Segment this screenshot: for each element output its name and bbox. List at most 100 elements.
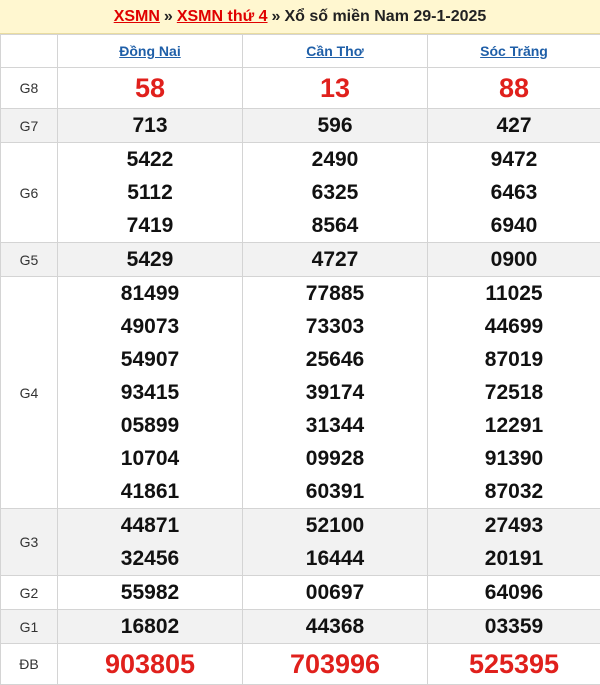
prize-cell: 542251127419 xyxy=(58,143,243,243)
results-table: Đồng Nai Cần Thơ Sóc Trăng G8581388G7713… xyxy=(0,34,600,685)
prize-cell: 2749320191 xyxy=(428,509,600,576)
prize-number: 4727 xyxy=(243,243,427,276)
prize-number: 72518 xyxy=(428,376,600,409)
prize-number: 703996 xyxy=(243,644,427,684)
prize-number: 8564 xyxy=(243,209,427,242)
prize-number: 5112 xyxy=(58,176,242,209)
prize-row-g7: G7713596427 xyxy=(1,109,600,143)
page-header: XSMN » XSMN thứ 4 » Xổ số miền Nam 29-1-… xyxy=(0,0,600,34)
province-header-row: Đồng Nai Cần Thơ Sóc Trăng xyxy=(1,35,600,68)
prize-number: 20191 xyxy=(428,542,600,575)
prize-row-g4: G481499490735490793415058991070441861778… xyxy=(1,277,600,509)
province-link-can-tho[interactable]: Cần Thơ xyxy=(306,43,363,59)
province-link-dong-nai[interactable]: Đồng Nai xyxy=(119,43,180,59)
prize-label: G4 xyxy=(1,277,58,509)
prize-number: 9472 xyxy=(428,143,600,176)
breadcrumb-separator: » xyxy=(164,8,173,26)
prize-number: 93415 xyxy=(58,376,242,409)
prize-number: 6463 xyxy=(428,176,600,209)
prize-number: 5422 xyxy=(58,143,242,176)
prize-number: 87032 xyxy=(428,475,600,508)
prize-cell: 58 xyxy=(58,68,243,109)
prize-cell: 64096 xyxy=(428,576,600,610)
prize-number: 77885 xyxy=(243,277,427,310)
prize-number: 87019 xyxy=(428,343,600,376)
prize-number: 31344 xyxy=(243,409,427,442)
prize-number: 427 xyxy=(428,109,600,142)
prize-number: 32456 xyxy=(58,542,242,575)
prize-number: 44871 xyxy=(58,509,242,542)
prize-number: 27493 xyxy=(428,509,600,542)
prize-cell: 16802 xyxy=(58,610,243,644)
prize-number: 16802 xyxy=(58,610,242,643)
prize-number: 0900 xyxy=(428,243,600,276)
prize-row-g6: G6542251127419249063258564947264636940 xyxy=(1,143,600,243)
prize-cell: 11025446998701972518122919139087032 xyxy=(428,277,600,509)
prize-number: 7419 xyxy=(58,209,242,242)
prize-cell: 00697 xyxy=(243,576,428,610)
prize-number: 39174 xyxy=(243,376,427,409)
prize-cell: 77885733032564639174313440992860391 xyxy=(243,277,428,509)
prize-number: 73303 xyxy=(243,310,427,343)
prize-number: 60391 xyxy=(243,475,427,508)
prize-number: 49073 xyxy=(58,310,242,343)
prize-row-g5: G5542947270900 xyxy=(1,243,600,277)
prize-number: 5429 xyxy=(58,243,242,276)
prize-number: 525395 xyxy=(428,644,600,684)
prize-number: 09928 xyxy=(243,442,427,475)
prize-number: 2490 xyxy=(243,143,427,176)
prize-cell: 4487132456 xyxy=(58,509,243,576)
xsmn-thu4-link[interactable]: XSMN thứ 4 xyxy=(177,8,268,26)
prize-number: 10704 xyxy=(58,442,242,475)
breadcrumb-separator: » xyxy=(272,8,281,26)
prize-row-g8: G8581388 xyxy=(1,68,600,109)
prize-number: 713 xyxy=(58,109,242,142)
prize-label: G8 xyxy=(1,68,58,109)
prize-number: 58 xyxy=(58,68,242,108)
province-header: Đồng Nai xyxy=(58,35,243,68)
prize-number: 903805 xyxy=(58,644,242,684)
prize-number: 12291 xyxy=(428,409,600,442)
prize-cell: 81499490735490793415058991070441861 xyxy=(58,277,243,509)
xsmn-link[interactable]: XSMN xyxy=(114,8,160,26)
province-link-soc-trang[interactable]: Sóc Trăng xyxy=(480,43,548,59)
prize-cell: 55982 xyxy=(58,576,243,610)
province-header: Cần Thơ xyxy=(243,35,428,68)
prize-number: 81499 xyxy=(58,277,242,310)
prize-cell: 903805 xyxy=(58,644,243,685)
prize-number: 52100 xyxy=(243,509,427,542)
prize-label: G2 xyxy=(1,576,58,610)
prize-cell: 4727 xyxy=(243,243,428,277)
prize-number: 6325 xyxy=(243,176,427,209)
prize-number: 596 xyxy=(243,109,427,142)
prize-number: 44368 xyxy=(243,610,427,643)
prize-label: G6 xyxy=(1,143,58,243)
prize-number: 91390 xyxy=(428,442,600,475)
prize-cell: 596 xyxy=(243,109,428,143)
corner-cell xyxy=(1,35,58,68)
prize-number: 00697 xyxy=(243,576,427,609)
prize-number: 64096 xyxy=(428,576,600,609)
prize-cell: 44368 xyxy=(243,610,428,644)
prize-cell: 525395 xyxy=(428,644,600,685)
prize-row-g3: G3448713245652100164442749320191 xyxy=(1,509,600,576)
prize-cell: 427 xyxy=(428,109,600,143)
prize-cell: 947264636940 xyxy=(428,143,600,243)
page-title: Xổ số miền Nam 29-1-2025 xyxy=(284,8,486,26)
prize-label: G1 xyxy=(1,610,58,644)
prize-number: 44699 xyxy=(428,310,600,343)
prize-row-g1: G1168024436803359 xyxy=(1,610,600,644)
prize-label: G5 xyxy=(1,243,58,277)
prize-number: 41861 xyxy=(58,475,242,508)
prize-cell: 03359 xyxy=(428,610,600,644)
prize-label: ĐB xyxy=(1,644,58,685)
prize-row-đb: ĐB903805703996525395 xyxy=(1,644,600,685)
prize-number: 13 xyxy=(243,68,427,108)
prize-number: 11025 xyxy=(428,277,600,310)
prize-label: G7 xyxy=(1,109,58,143)
province-header: Sóc Trăng xyxy=(428,35,600,68)
prize-number: 6940 xyxy=(428,209,600,242)
prize-number: 54907 xyxy=(58,343,242,376)
prize-number: 16444 xyxy=(243,542,427,575)
prize-cell: 249063258564 xyxy=(243,143,428,243)
